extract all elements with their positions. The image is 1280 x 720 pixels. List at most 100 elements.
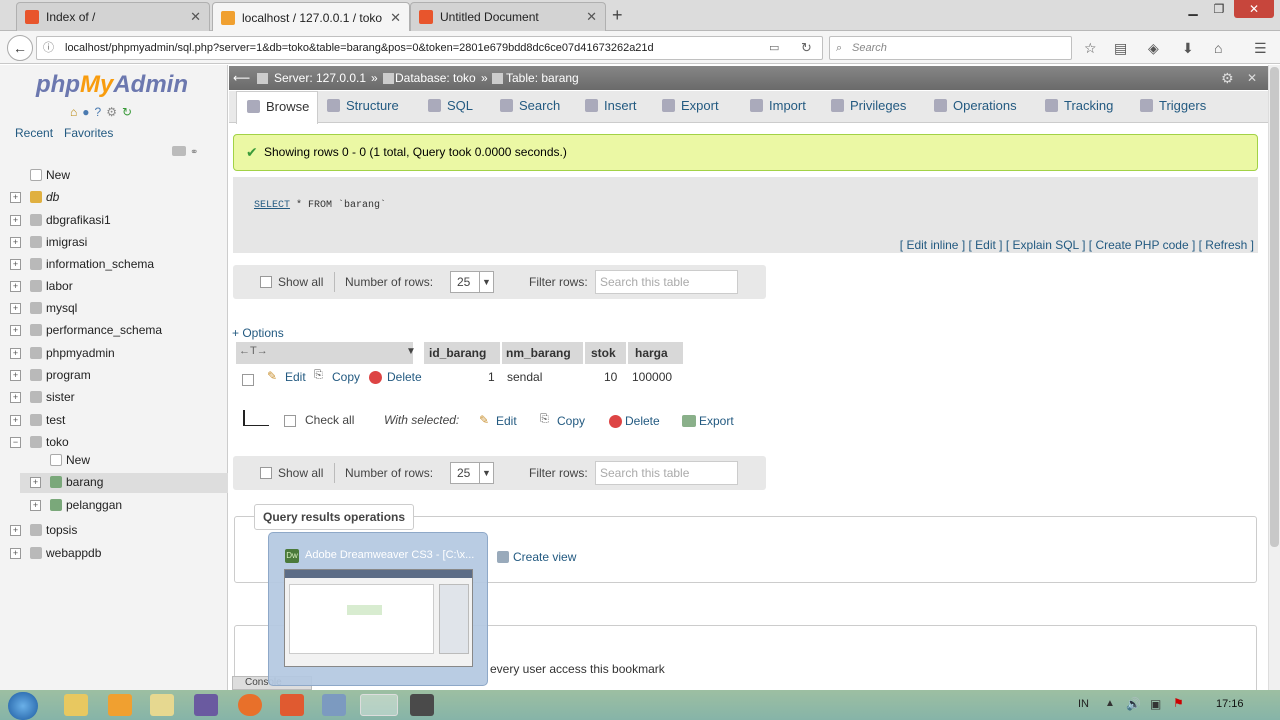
filter-rows-input[interactable]: Search this table	[595, 461, 738, 485]
with-selected-delete[interactable]: Delete	[625, 414, 660, 428]
breadcrumb-table[interactable]: Table: barang	[506, 66, 579, 90]
collapse-all-icon[interactable]	[172, 146, 186, 156]
settings-icon[interactable]: ⚙	[106, 105, 117, 119]
tab-browse[interactable]: Browse	[236, 91, 318, 124]
volume-icon[interactable]: 🔊	[1126, 697, 1141, 711]
edit-inline-link[interactable]: Edit inline	[906, 238, 958, 252]
close-window-button[interactable]: ✕	[1234, 0, 1274, 18]
url-bar[interactable]: ⓘ localhost/phpmyadmin/sql.php?server=1&…	[36, 36, 823, 60]
home-icon[interactable]: ⌂	[70, 105, 77, 119]
show-all-checkbox[interactable]	[260, 466, 272, 480]
recent-tab[interactable]: Recent	[15, 126, 53, 140]
expand-icon[interactable]: +	[10, 215, 21, 226]
column-header-stok[interactable]: stok	[585, 342, 626, 364]
phpmyadmin-logo[interactable]: phpMyAdmin	[36, 71, 188, 99]
firefox-icon[interactable]	[238, 694, 262, 716]
expand-icon[interactable]: +	[10, 192, 21, 203]
tab-sql[interactable]: SQL	[428, 91, 473, 123]
with-selected-edit[interactable]: Edit	[496, 414, 517, 428]
reader-view-icon[interactable]: ▭	[769, 37, 779, 59]
options-link[interactable]: + Options	[232, 326, 284, 340]
tab-privileges[interactable]: Privileges	[831, 91, 906, 123]
back-button[interactable]: ←	[7, 35, 33, 61]
number-of-rows-select[interactable]: 25 ▼	[450, 271, 494, 293]
favorites-tab[interactable]: Favorites	[64, 126, 113, 140]
expand-icon[interactable]: +	[10, 303, 21, 314]
with-selected-copy[interactable]: Copy	[557, 414, 585, 428]
resize-columns-icon[interactable]: ←T→	[239, 345, 268, 357]
row-copy-link[interactable]: Copy	[332, 370, 360, 384]
vertical-scrollbar[interactable]	[1268, 65, 1280, 690]
media-player-icon[interactable]	[108, 694, 132, 716]
browser-tab-phpmyadmin[interactable]: localhost / 127.0.0.1 / toko / b ✕	[212, 2, 410, 32]
maximize-button[interactable]: ❐	[1206, 0, 1232, 18]
dreamweaver-taskbar-button[interactable]	[360, 694, 398, 716]
notepad-icon[interactable]	[150, 694, 174, 716]
column-header-id-barang[interactable]: id_barang	[424, 342, 500, 364]
close-tab-icon[interactable]: ✕	[390, 10, 401, 26]
close-tab-icon[interactable]: ✕	[190, 9, 201, 25]
tab-triggers[interactable]: Triggers	[1140, 91, 1206, 123]
column-header-harga[interactable]: harga	[628, 342, 683, 364]
expand-icon[interactable]: +	[10, 237, 21, 248]
browser-tab-index[interactable]: Index of / ✕	[16, 2, 210, 31]
minimize-button[interactable]: ▁	[1180, 0, 1206, 18]
edit-link[interactable]: Edit	[975, 238, 996, 252]
number-of-rows-select[interactable]: 25 ▼	[450, 462, 494, 484]
filter-rows-input[interactable]: Search this table	[595, 270, 738, 294]
visual-studio-icon[interactable]	[194, 694, 218, 716]
check-all-checkbox[interactable]	[284, 414, 296, 428]
collapse-sidebar-icon[interactable]: ⟵	[233, 66, 250, 90]
breadcrumb-database[interactable]: Database: toko	[395, 66, 476, 90]
help-icon[interactable]: ?	[95, 105, 102, 119]
expand-icon[interactable]: +	[30, 500, 41, 511]
tab-import[interactable]: Import	[750, 91, 806, 123]
home-icon[interactable]: ⌂	[1214, 40, 1222, 56]
expand-icon[interactable]: +	[10, 392, 21, 403]
new-tab-button[interactable]: +	[612, 5, 623, 26]
menu-icon[interactable]: ☰	[1254, 40, 1267, 57]
reload-icon[interactable]: ↻	[122, 105, 132, 119]
collapse-icon[interactable]: −	[10, 437, 21, 448]
start-button[interactable]	[8, 692, 38, 720]
tab-insert[interactable]: Insert	[585, 91, 637, 123]
expand-icon[interactable]: +	[10, 525, 21, 536]
show-hidden-icons-icon[interactable]: ▲	[1105, 698, 1115, 709]
sidebar-item-barang[interactable]: + barang	[20, 473, 228, 493]
expand-icon[interactable]: +	[10, 325, 21, 336]
explorer-icon[interactable]	[64, 694, 88, 716]
window-thumbnail[interactable]	[284, 569, 473, 667]
row-checkbox[interactable]	[242, 373, 254, 387]
gear-icon[interactable]: ⚙	[1221, 66, 1234, 90]
download-icon[interactable]: ⬇	[1182, 40, 1194, 57]
network-icon[interactable]: ▣	[1150, 697, 1161, 711]
scrollbar-thumb[interactable]	[1270, 67, 1279, 547]
link-icon[interactable]: ⚭	[190, 147, 198, 158]
close-tab-icon[interactable]: ✕	[586, 9, 597, 25]
close-icon[interactable]: ✕	[1247, 66, 1257, 90]
action-center-icon[interactable]: ⚑	[1173, 696, 1184, 710]
pocket-icon[interactable]: ◈	[1148, 40, 1159, 57]
tab-tracking[interactable]: Tracking	[1045, 91, 1113, 123]
clock[interactable]: 17:16	[1216, 698, 1244, 710]
expand-icon[interactable]: +	[30, 477, 41, 488]
row-delete-link[interactable]: Delete	[387, 370, 422, 384]
create-php-code-link[interactable]: Create PHP code	[1095, 238, 1188, 252]
explain-sql-link[interactable]: Explain SQL	[1013, 238, 1079, 252]
camtasia-icon[interactable]	[410, 694, 434, 716]
tab-search[interactable]: Search	[500, 91, 560, 123]
tab-operations[interactable]: Operations	[934, 91, 1017, 123]
reload-icon[interactable]: ↻	[801, 37, 812, 59]
browser-tab-untitled[interactable]: Untitled Document ✕	[410, 2, 606, 31]
tab-export[interactable]: Export	[662, 91, 719, 123]
breadcrumb-server[interactable]: Server: 127.0.0.1	[274, 66, 366, 90]
show-all-checkbox[interactable]	[260, 275, 272, 289]
logout-icon[interactable]: ●	[82, 105, 89, 119]
expand-icon[interactable]: +	[10, 415, 21, 426]
column-header-nm-barang[interactable]: nm_barang	[502, 342, 583, 364]
search-bar[interactable]: ⌕ Search	[829, 36, 1072, 60]
sort-dropdown-icon[interactable]: ▼	[406, 346, 416, 357]
language-indicator[interactable]: IN	[1078, 698, 1089, 710]
check-all-label[interactable]: Check all	[305, 413, 354, 427]
expand-icon[interactable]: +	[10, 548, 21, 559]
